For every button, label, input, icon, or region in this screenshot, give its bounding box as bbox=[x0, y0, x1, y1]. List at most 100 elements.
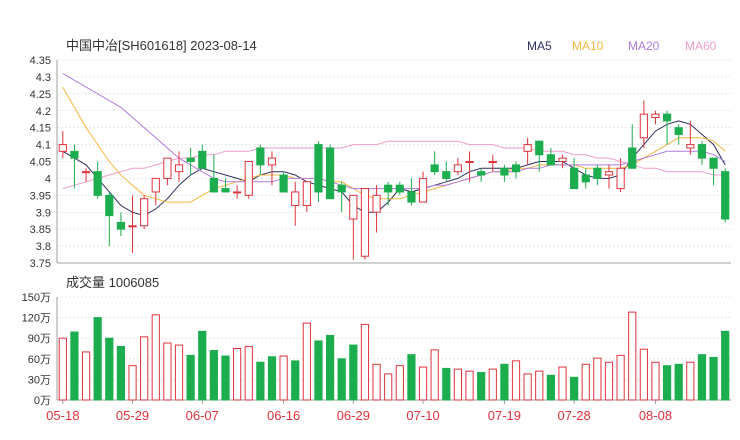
price-tick-label: 4.35 bbox=[30, 55, 51, 67]
candle-body bbox=[604, 171, 614, 176]
candle bbox=[105, 191, 114, 247]
volume-bar bbox=[628, 311, 637, 401]
candle bbox=[221, 178, 230, 193]
candle bbox=[58, 131, 67, 159]
candles bbox=[58, 100, 730, 260]
volume-bar bbox=[279, 355, 288, 401]
candle-body bbox=[302, 181, 311, 206]
candle-body bbox=[116, 221, 126, 230]
volume-bar bbox=[198, 330, 207, 401]
candle-body bbox=[395, 184, 404, 193]
candle bbox=[81, 168, 91, 182]
candle-body bbox=[151, 177, 160, 193]
volume-bar bbox=[116, 345, 126, 401]
candle-body bbox=[477, 171, 486, 176]
volume-bar bbox=[593, 357, 602, 401]
volume-tick-label: 120万 bbox=[22, 313, 51, 325]
volume-bar bbox=[442, 367, 451, 401]
volume-bar bbox=[291, 360, 300, 401]
candle-body bbox=[93, 171, 102, 196]
volume-bar bbox=[140, 336, 149, 401]
price-tick-label: 4 bbox=[45, 173, 51, 185]
candle bbox=[163, 157, 172, 186]
candle bbox=[511, 161, 521, 179]
price-tick-label: 4.3 bbox=[36, 72, 51, 84]
volume-bar bbox=[70, 331, 79, 401]
candle bbox=[314, 141, 323, 203]
candle-body bbox=[593, 167, 602, 179]
volume-bar bbox=[407, 354, 416, 401]
price-tick-label: 4.15 bbox=[30, 123, 51, 135]
volume-bar bbox=[616, 354, 625, 401]
volume-bar bbox=[372, 363, 381, 401]
candle bbox=[581, 168, 590, 189]
candle bbox=[616, 158, 625, 192]
x-tick-label: 05-29 bbox=[116, 408, 149, 423]
volume-tick-label: 0万 bbox=[34, 395, 51, 407]
candle-body bbox=[500, 167, 509, 176]
volume-bar bbox=[174, 344, 184, 401]
candle bbox=[116, 212, 126, 236]
volume-bar bbox=[488, 368, 497, 401]
volume-bar bbox=[546, 374, 555, 401]
volume-bar bbox=[360, 323, 370, 401]
volume-tick-label: 90万 bbox=[28, 333, 51, 345]
price-tick-label: 4.2 bbox=[36, 106, 51, 118]
candle bbox=[151, 177, 160, 206]
candle bbox=[372, 185, 381, 233]
volume-bar bbox=[697, 354, 707, 401]
candle bbox=[384, 181, 393, 206]
volume-bar bbox=[477, 372, 486, 401]
volume-bar bbox=[639, 348, 648, 401]
candle-body bbox=[581, 174, 590, 183]
volume-tick-label: 60万 bbox=[28, 354, 51, 366]
candle-body bbox=[628, 147, 637, 169]
candle-body bbox=[279, 174, 288, 193]
candle bbox=[418, 171, 428, 203]
candle bbox=[337, 181, 346, 213]
candle bbox=[395, 181, 404, 196]
candle bbox=[93, 161, 102, 199]
candle bbox=[186, 147, 195, 176]
candle-body bbox=[639, 113, 648, 139]
candle bbox=[430, 151, 439, 176]
volume-bar bbox=[81, 351, 91, 401]
price-tick-label: 3.8 bbox=[36, 241, 51, 253]
volume-bar bbox=[93, 317, 102, 401]
volume-bar bbox=[535, 370, 544, 401]
candle-body bbox=[662, 113, 672, 122]
candle-body bbox=[81, 171, 91, 174]
candle-body bbox=[407, 191, 416, 203]
volume-tick-label: 30万 bbox=[28, 374, 51, 386]
candle-body bbox=[163, 157, 172, 179]
candle bbox=[721, 168, 730, 223]
candle-body bbox=[616, 167, 625, 190]
volume-bar bbox=[384, 373, 393, 401]
volume-bar bbox=[430, 349, 439, 401]
volume-bar bbox=[337, 358, 346, 401]
volume-bar bbox=[570, 376, 579, 401]
candlestick-chart-svg: 中国中冶[SH601618] 2023-08-14 MA5 MA10 MA20 MA6… bbox=[22, 38, 731, 423]
volume-bar bbox=[163, 342, 172, 401]
candle bbox=[407, 178, 416, 206]
candle bbox=[360, 188, 370, 260]
candle-body bbox=[140, 198, 149, 227]
candle bbox=[140, 195, 149, 230]
volume-bar bbox=[604, 361, 614, 401]
candle-body bbox=[325, 147, 335, 200]
candle-body bbox=[267, 157, 277, 166]
candle-body bbox=[558, 157, 567, 163]
volume-bar bbox=[267, 356, 277, 401]
candle-body bbox=[546, 154, 555, 166]
legend: MA5 MA10 MA20 MA60 bbox=[527, 39, 717, 53]
candle-body bbox=[256, 147, 265, 166]
candle bbox=[593, 164, 602, 186]
x-axis: 05-18 05-29 06-07 06-16 06-29 07-10 07-19 07-28… bbox=[46, 400, 672, 423]
x-tick-label: 05-18 bbox=[46, 408, 79, 423]
candle bbox=[523, 137, 532, 165]
candle-body bbox=[674, 127, 683, 135]
candle-body bbox=[430, 164, 439, 173]
candle-body bbox=[198, 150, 207, 169]
candle bbox=[302, 181, 311, 213]
candle-body bbox=[372, 194, 381, 213]
